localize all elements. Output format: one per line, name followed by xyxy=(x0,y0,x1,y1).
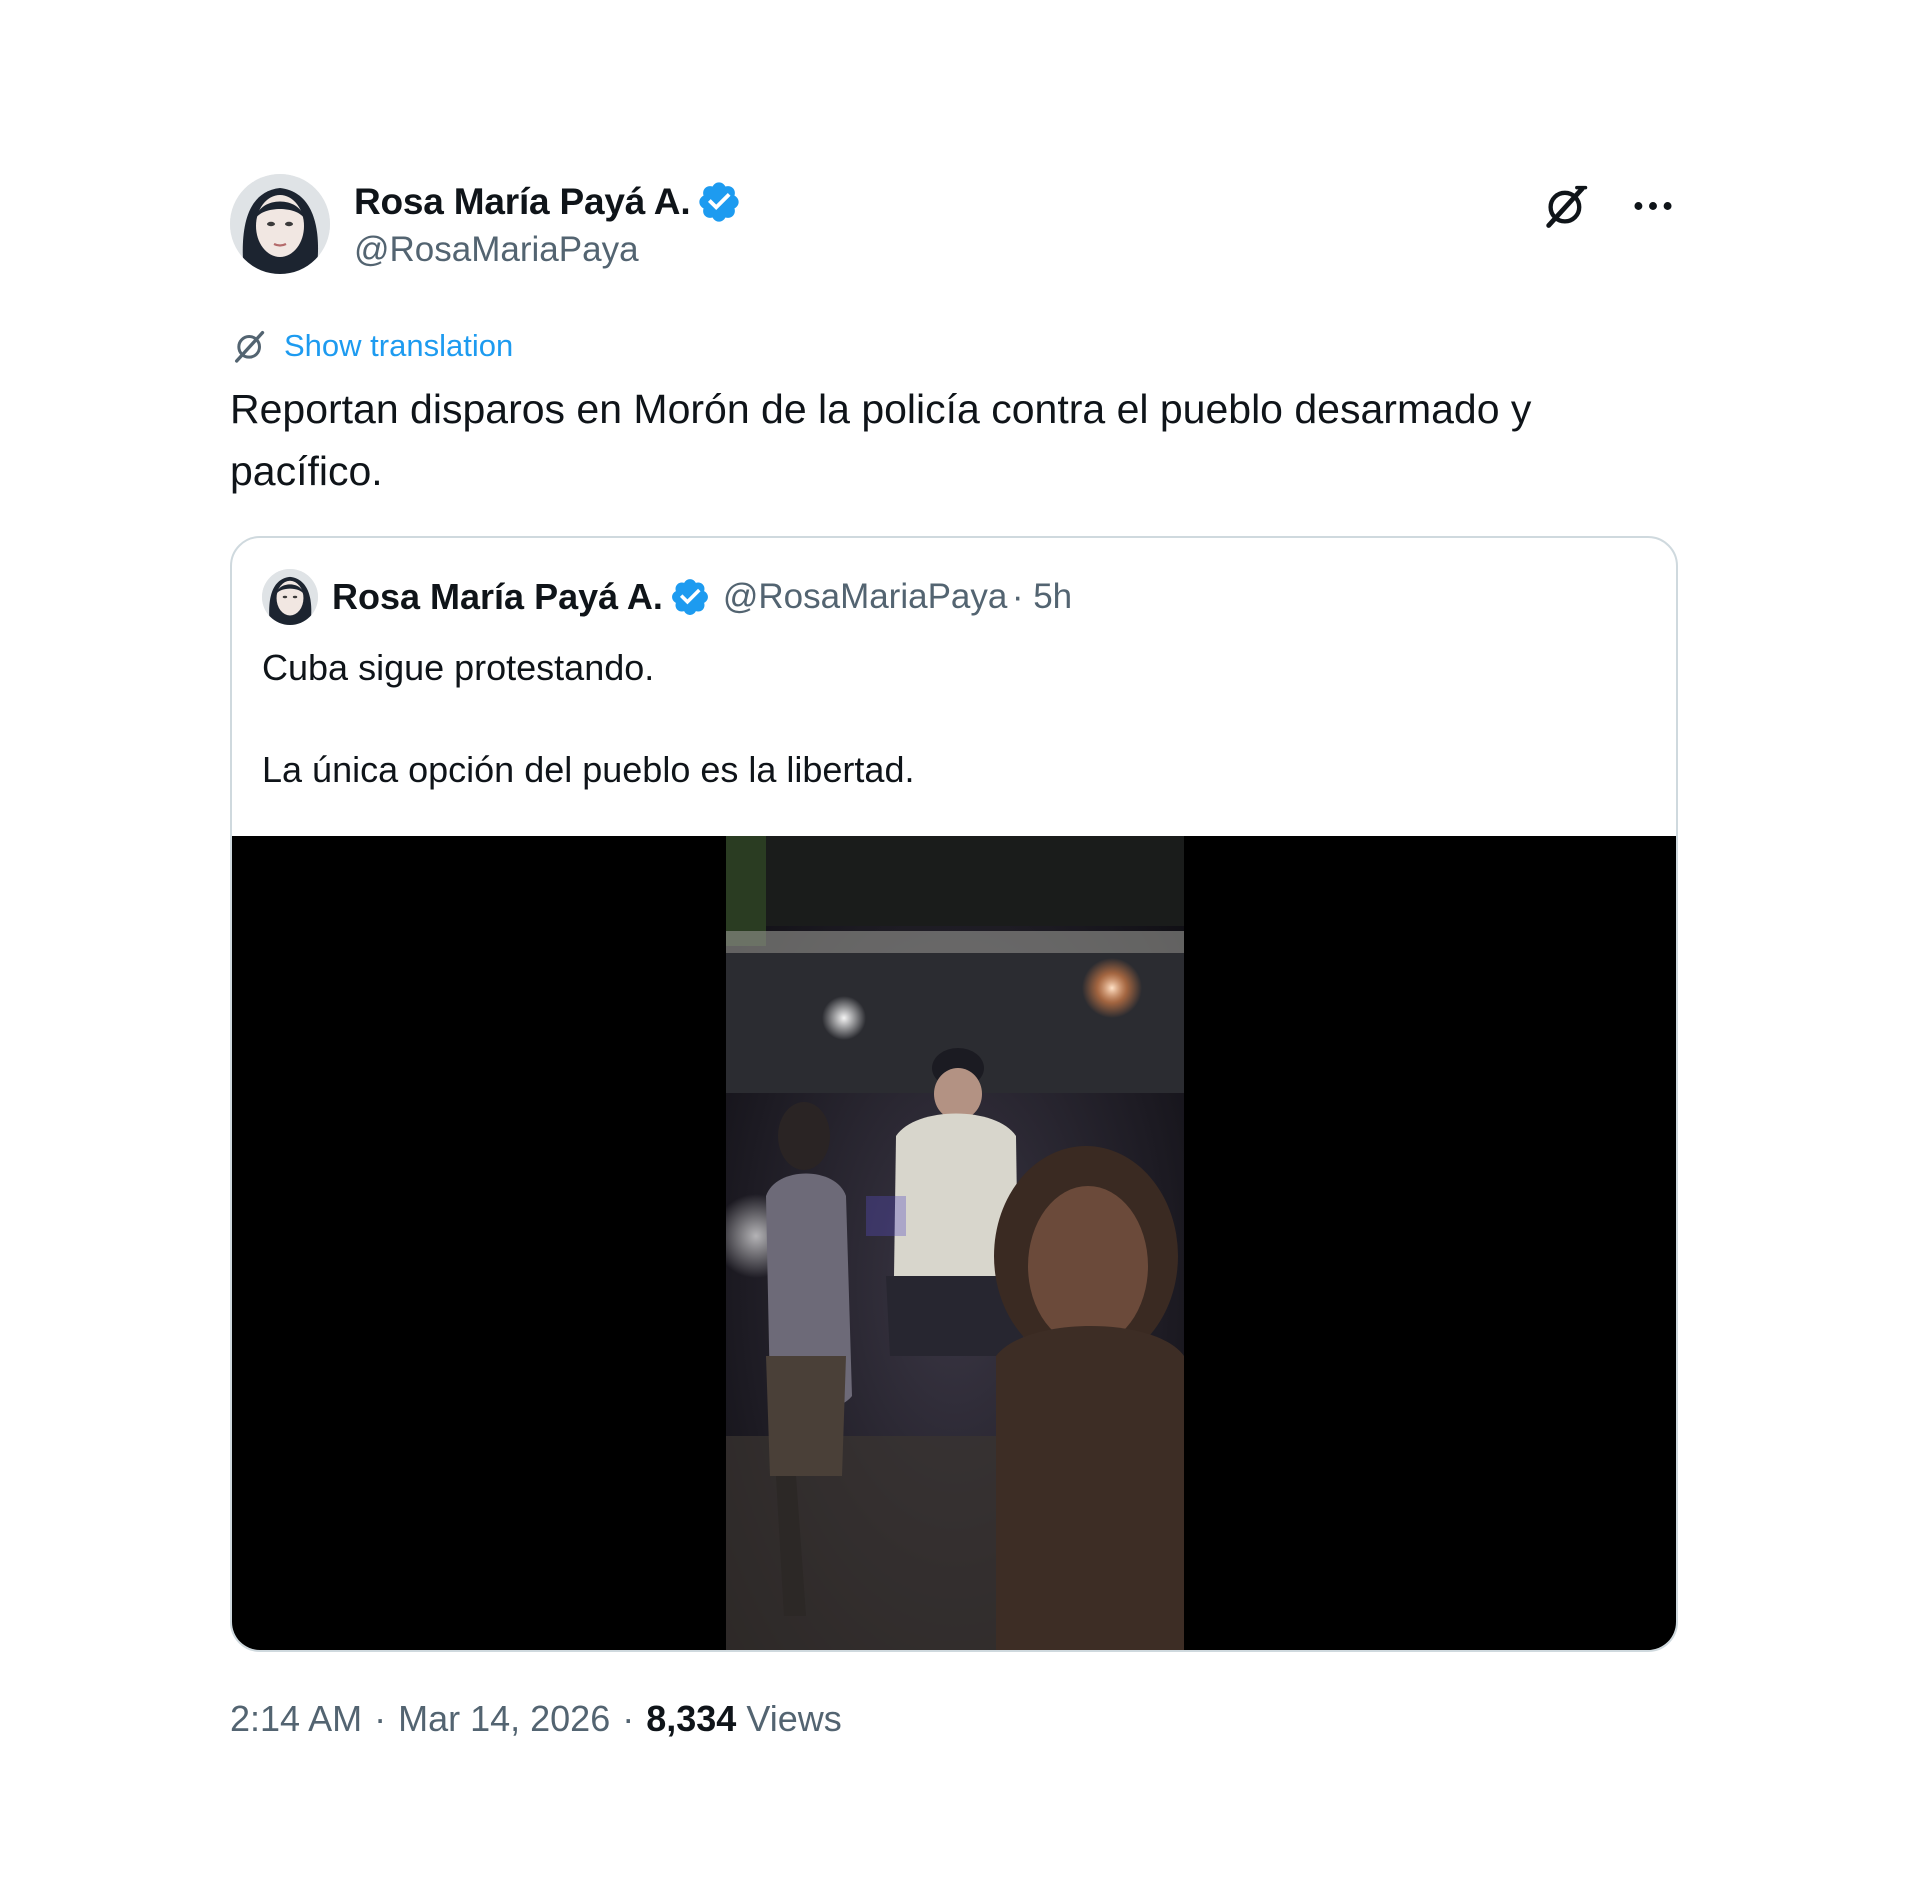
quoted-tweet[interactable]: Rosa María Payá A. @RosaMariaPaya · 5h C… xyxy=(230,536,1678,1652)
quoted-line-1: Cuba sigue protestando. xyxy=(262,647,655,688)
translate-icon xyxy=(235,331,265,363)
author-avatar[interactable] xyxy=(230,174,330,274)
verified-badge-icon[interactable] xyxy=(696,179,742,225)
views-label: Views xyxy=(746,1698,842,1739)
video-frame xyxy=(726,836,1184,1650)
quoted-video[interactable] xyxy=(726,836,1184,1650)
author-info: Rosa María Payá A. @RosaMariaPaya xyxy=(354,180,742,270)
quoted-timestamp[interactable]: · 5h xyxy=(1012,577,1072,617)
grok-icon[interactable] xyxy=(1540,180,1592,232)
meta-separator: · xyxy=(374,1698,387,1739)
quoted-author-name[interactable]: Rosa María Payá A. xyxy=(332,576,663,618)
tweet-time[interactable]: 2:14 AM xyxy=(230,1698,362,1740)
author-name[interactable]: Rosa María Payá A. xyxy=(354,181,691,223)
top-actions xyxy=(1540,180,1678,232)
tweet-date[interactable]: Mar 14, 2026 xyxy=(398,1698,610,1740)
quoted-line-2: La única opción del pueblo es la liberta… xyxy=(262,749,915,790)
avatar-image xyxy=(230,174,330,274)
tweet-header: Rosa María Payá A. @RosaMariaPaya xyxy=(230,170,1678,280)
tweet-card: Rosa María Payá A. @RosaMariaPaya Show t… xyxy=(230,170,1678,1740)
show-translation-button[interactable]: Show translation xyxy=(230,324,1678,368)
quoted-video-container[interactable] xyxy=(232,836,1676,1650)
quoted-verified-badge-icon xyxy=(671,579,708,615)
tweet-meta: 2:14 AM · Mar 14, 2026 · 8,334 Views xyxy=(230,1698,1678,1740)
quoted-author-handle[interactable]: @RosaMariaPaya xyxy=(723,577,1008,617)
views-count: 8,334 xyxy=(646,1698,737,1739)
quoted-avatar-image xyxy=(262,569,318,625)
quoted-tweet-text: Cuba sigue protestando. La única opción … xyxy=(232,626,1676,796)
more-icon[interactable] xyxy=(1628,181,1678,231)
quoted-tweet-header: Rosa María Payá A. @RosaMariaPaya · 5h xyxy=(232,538,1676,626)
show-translation-label: Show translation xyxy=(284,328,514,363)
author-handle[interactable]: @RosaMariaPaya xyxy=(354,230,742,270)
name-row: Rosa María Payá A. xyxy=(354,180,742,224)
meta-separator: · xyxy=(622,1698,635,1739)
tweet-text: Reportan disparos en Morón de la policía… xyxy=(230,386,1532,494)
quoted-author-avatar[interactable] xyxy=(262,569,318,625)
